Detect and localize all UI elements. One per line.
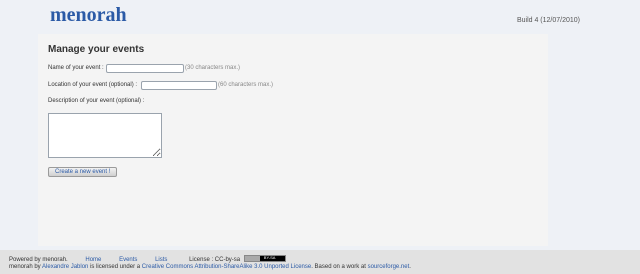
cc-badge-text: BY-SA <box>263 255 276 260</box>
event-name-input[interactable] <box>106 64 184 73</box>
footer-link-home[interactable]: Home <box>85 257 101 263</box>
footer: Powered by menorah. Home Events Lists Li… <box>0 250 640 274</box>
header: menorah Build 4 (12/07/2010) <box>0 0 640 34</box>
event-description-label: Description of your event (optional) : <box>48 98 145 104</box>
create-event-button[interactable]: Create a new event ! <box>48 167 118 177</box>
footer-suffix-text: . Based on a work at <box>311 264 368 270</box>
footer-link-lists[interactable]: Lists <box>155 257 167 263</box>
build-info: Build 4 (12/07/2010) <box>516 17 580 24</box>
event-name-hint: (30 characters max.) <box>185 65 241 71</box>
main-panel: Manage your events Name of your event : … <box>38 34 548 246</box>
footer-end-text: . <box>409 264 411 270</box>
footer-line-1: Powered by menorah. Home Events Lists Li… <box>9 255 286 264</box>
footer-prefix-text: menorah by <box>9 264 43 270</box>
cc-logo-icon <box>244 256 260 261</box>
cc-license-badge[interactable]: BY-SA <box>243 255 286 262</box>
author-link[interactable]: Alexandre Jablon <box>42 264 88 270</box>
footer-line-2: menorah by Alexandre Jablon is licensed … <box>9 264 411 270</box>
source-link[interactable]: sourceforge.net <box>368 264 410 270</box>
event-location-label: Location of your event (optional) : <box>48 82 138 88</box>
powered-by-text: Powered by menorah. <box>9 257 68 264</box>
event-location-hint: (60 characters max.) <box>218 82 274 88</box>
license-label: License : CC-by-sa <box>189 257 241 264</box>
footer-link-events[interactable]: Events <box>119 257 137 263</box>
footer-mid-text: is licensed under a <box>88 264 142 270</box>
event-name-label: Name of your event : <box>48 65 104 71</box>
event-location-input[interactable] <box>141 81 217 90</box>
page-title: Manage your events <box>48 44 145 55</box>
license-link[interactable]: Creative Commons Attribution-ShareAlike … <box>142 264 311 270</box>
event-description-textarea[interactable] <box>48 113 162 158</box>
logo-link[interactable]: menorah <box>50 4 127 27</box>
